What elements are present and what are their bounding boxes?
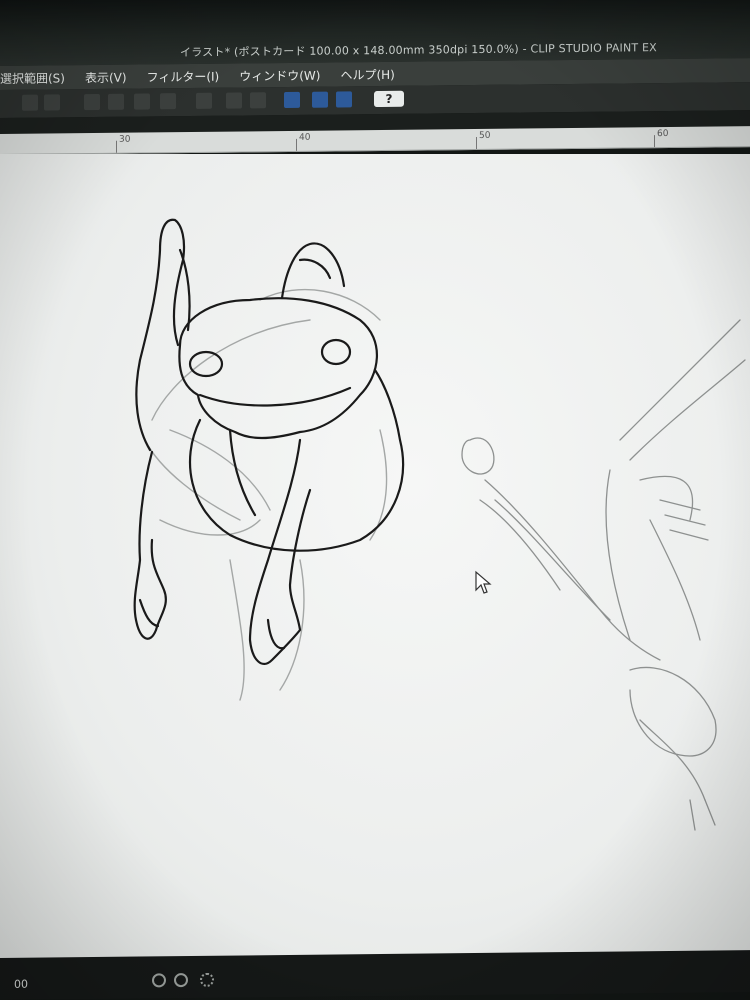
frog-ink-drawing [133,218,405,665]
redo-icon[interactable] [174,973,188,988]
canvas-artwork [133,218,746,831]
rotate-icon[interactable] [200,972,214,987]
zoom-readout: 00 [14,977,28,991]
undo-icon[interactable] [152,973,166,988]
status-bar: 00 [0,950,750,1000]
mouse-pointer-icon [475,570,492,594]
bird-rough-sketch [461,319,746,831]
